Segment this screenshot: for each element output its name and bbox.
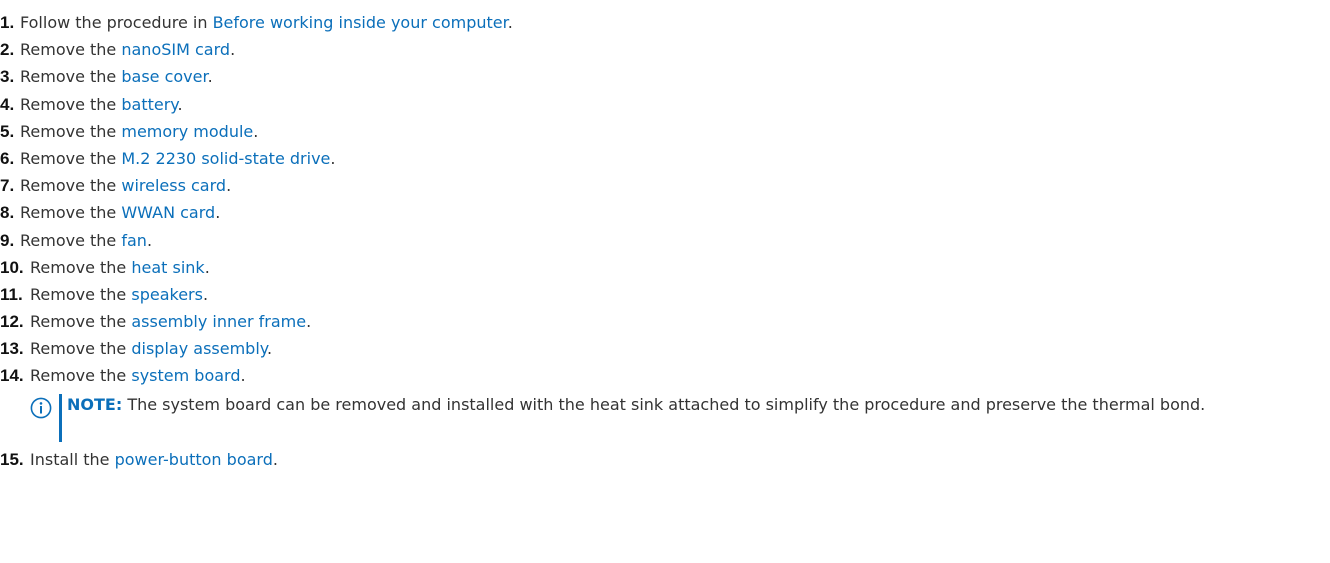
step-9: 9. Remove the fan.	[0, 227, 1330, 254]
note-label: NOTE:	[67, 394, 123, 414]
link-before-working-inside-your-computer[interactable]: Before working inside your computer	[213, 13, 508, 32]
step-suffix: .	[240, 366, 246, 386]
link-heat-sink[interactable]: heat sink	[131, 258, 204, 277]
step-prefix: Remove the	[30, 312, 132, 332]
step-prefix: Remove the	[20, 176, 122, 196]
link-assembly-inner-frame[interactable]: assembly inner frame	[131, 312, 306, 331]
step-suffix: .	[204, 257, 210, 277]
step-11: 11. Remove the speakers.	[0, 281, 1330, 308]
step-suffix: .	[330, 148, 336, 168]
step-text: Remove the assembly inner frame.	[30, 308, 311, 335]
step-text: Remove the memory module.	[20, 118, 258, 145]
link-power-button-board[interactable]: power-button board	[115, 450, 273, 469]
step-1: 1. Follow the procedure in Before workin…	[0, 9, 1330, 36]
link-system-board[interactable]: system board	[131, 366, 240, 385]
note-bar	[59, 393, 62, 442]
step-prefix: Remove the	[30, 366, 132, 386]
link-wireless-card[interactable]: wireless card	[121, 176, 226, 195]
note-body: The system board can be removed and inst…	[122, 394, 1206, 414]
step-8: 8. Remove the WWAN card.	[0, 199, 1330, 226]
step-prefix: Remove the	[30, 257, 132, 277]
step-13: 13. Remove the display assembly.	[0, 335, 1330, 362]
step-3: 3. Remove the base cover.	[0, 63, 1330, 90]
step-14: 14. Remove the system board.	[0, 362, 1330, 389]
step-7: 7. Remove the wireless card.	[0, 172, 1330, 199]
step-suffix: .	[215, 203, 221, 223]
step-number: 8.	[0, 203, 15, 223]
step-prefix: Remove the	[20, 203, 122, 223]
step-number: 7.	[0, 176, 15, 196]
step-prefix: Remove the	[20, 67, 122, 87]
step-suffix: .	[226, 176, 232, 196]
step-number: 5.	[0, 121, 15, 141]
step-number: 15.	[0, 449, 24, 469]
step-text: Remove the nanoSIM card.	[20, 36, 235, 63]
step-text: Remove the battery.	[20, 91, 183, 118]
step-number: 11.	[0, 284, 23, 304]
step-2: 2. Remove the nanoSIM card.	[0, 36, 1330, 63]
step-text: Remove the base cover.	[20, 63, 213, 90]
step-4: 4. Remove the battery.	[0, 91, 1330, 118]
step-text: Follow the procedure in Before working i…	[20, 9, 513, 36]
step-suffix: .	[272, 449, 278, 469]
step-6: 6. Remove the M.2 2230 solid-state drive…	[0, 145, 1330, 172]
step-text: Remove the system board.	[30, 362, 246, 389]
step-prefix: Remove the	[20, 121, 122, 141]
step-suffix: .	[230, 40, 236, 60]
link-base-cover[interactable]: base cover	[121, 67, 207, 86]
step-text: Remove the wireless card.	[20, 172, 231, 199]
step-prefix: Remove the	[20, 230, 122, 250]
step-number: 4.	[0, 94, 15, 114]
step-prefix: Install the	[30, 449, 115, 469]
step-prefix: Remove the	[30, 284, 132, 304]
procedure-steps: 1. Follow the procedure in Before workin…	[0, 0, 1330, 473]
link-m2-2230-solid-state-drive[interactable]: M.2 2230 solid-state drive	[121, 149, 330, 168]
info-icon	[30, 397, 52, 419]
step-suffix: .	[253, 121, 259, 141]
step-suffix: .	[207, 67, 213, 87]
step-prefix: Remove the	[20, 40, 122, 60]
step-number: 3.	[0, 67, 15, 87]
step-prefix: Remove the	[30, 339, 132, 359]
step-suffix: .	[202, 284, 209, 304]
step-prefix: Remove the	[20, 94, 122, 114]
step-text: Remove the heat sink.	[30, 254, 210, 281]
step-number: 2.	[0, 40, 15, 60]
link-wwan-card[interactable]: WWAN card	[121, 203, 215, 222]
step-12: 12. Remove the assembly inner frame.	[0, 308, 1330, 335]
step-prefix: Follow the procedure in	[20, 13, 213, 32]
note-text: NOTE: The system board can be removed an…	[67, 392, 1327, 417]
step-number: 12.	[0, 312, 24, 332]
step-number: 10.	[0, 257, 24, 277]
step-suffix: .	[507, 13, 513, 32]
step-number: 14.	[0, 366, 24, 386]
step-number: 9.	[0, 230, 15, 250]
step-suffix: .	[266, 339, 273, 359]
step-suffix: .	[146, 230, 153, 250]
link-speakers[interactable]: speakers	[131, 285, 203, 304]
step-10: 10. Remove the heat sink.	[0, 254, 1330, 281]
step-number: 6.	[0, 148, 15, 168]
link-battery[interactable]: battery	[121, 95, 177, 114]
step-text: Remove the display assembly.	[30, 335, 272, 362]
link-display-assembly[interactable]: display assembly	[131, 339, 267, 358]
note-callout: NOTE: The system board can be removed an…	[0, 392, 1330, 443]
step-number: 1.	[0, 13, 15, 32]
step-suffix: .	[306, 312, 312, 332]
link-memory-module[interactable]: memory module	[121, 122, 253, 141]
step-text: Install the power-button board.	[30, 446, 278, 473]
step-text: Remove the speakers.	[30, 281, 208, 308]
step-number: 13.	[0, 339, 24, 359]
step-suffix: .	[177, 94, 183, 114]
step-text: Remove the WWAN card.	[20, 199, 220, 226]
step-text: Remove the fan.	[20, 227, 152, 254]
step-5: 5. Remove the memory module.	[0, 118, 1330, 145]
step-prefix: Remove the	[20, 148, 122, 168]
link-nanosim-card[interactable]: nanoSIM card	[121, 40, 230, 59]
step-15: 15. Install the power-button board.	[0, 446, 1330, 473]
step-text: Remove the M.2 2230 solid-state drive.	[20, 145, 335, 172]
link-fan[interactable]: fan	[121, 231, 147, 250]
